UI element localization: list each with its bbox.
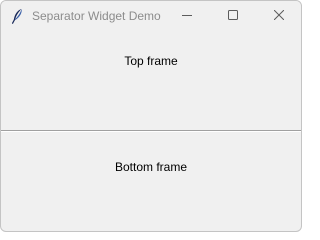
top-frame-label: Top frame <box>124 54 178 68</box>
close-icon <box>273 7 285 25</box>
bottom-frame: Bottom frame <box>1 132 301 231</box>
app-window: Separator Widget Demo Top frame Bottom f… <box>0 0 302 232</box>
window-title: Separator Widget Demo <box>32 9 161 23</box>
bottom-frame-label: Bottom frame <box>114 160 188 174</box>
close-button[interactable] <box>256 1 301 31</box>
minimize-button[interactable] <box>164 1 210 31</box>
minimize-icon <box>182 7 192 25</box>
top-frame: Top frame <box>1 31 301 130</box>
feather-icon <box>10 8 24 24</box>
title-bar[interactable]: Separator Widget Demo <box>1 1 301 31</box>
maximize-icon <box>228 7 238 25</box>
maximize-button[interactable] <box>210 1 256 31</box>
